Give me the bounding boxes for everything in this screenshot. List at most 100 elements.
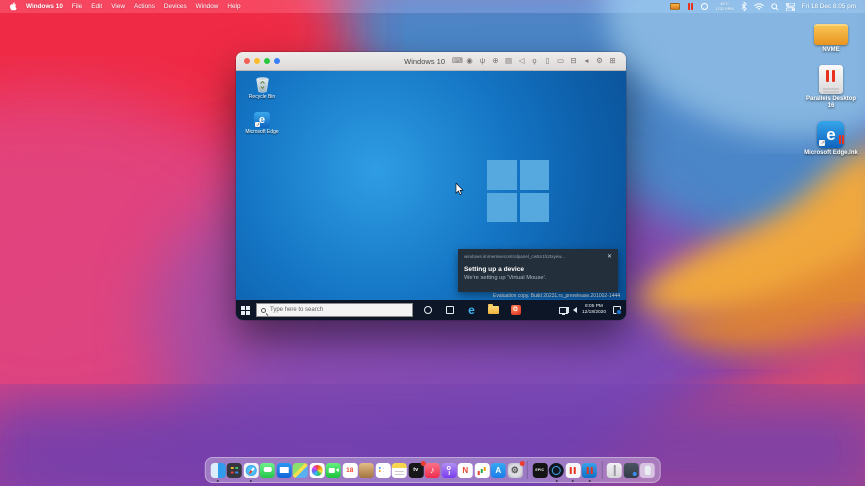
menu-window[interactable]: Window bbox=[196, 3, 219, 10]
menu-devices[interactable]: Devices bbox=[164, 3, 187, 10]
notification-close-icon[interactable]: ✕ bbox=[607, 253, 612, 260]
parallels-desktop-icon[interactable] bbox=[565, 463, 580, 478]
calendar-icon[interactable]: 18 bbox=[342, 463, 357, 478]
system-preferences-icon[interactable]: ⚙ bbox=[507, 463, 522, 478]
desktop-icon-parallels-desktop[interactable]: Parallels Desktop 16 bbox=[805, 65, 857, 110]
coherence-button[interactable] bbox=[274, 58, 280, 64]
safari-icon[interactable] bbox=[243, 463, 258, 478]
taskbar-date: 12/18/2020 bbox=[582, 310, 606, 315]
close-button[interactable] bbox=[244, 58, 250, 64]
podcasts-icon[interactable] bbox=[441, 463, 456, 478]
vm-window: Windows 10 ⌨ ◉ ψ ⊕ ▤ ◁ ϙ ▯ ▭ ⊟ ◂ ⚙ ⊞ bbox=[236, 52, 626, 320]
network-icon[interactable]: ⊕ bbox=[491, 57, 500, 65]
desktop-icon-label: NVME bbox=[822, 47, 839, 54]
music-icon[interactable]: ♪ bbox=[425, 463, 440, 478]
menu-actions[interactable]: Actions bbox=[134, 3, 155, 10]
file-explorer-button[interactable] bbox=[488, 305, 499, 316]
dock-divider bbox=[527, 461, 528, 479]
round-blue-app-icon[interactable] bbox=[549, 463, 564, 478]
wifi-icon[interactable] bbox=[754, 3, 764, 11]
notes-icon[interactable] bbox=[392, 463, 407, 478]
menu-bar-clock[interactable]: Fri 18 Dec 8:05 pm bbox=[802, 3, 856, 10]
windows-desktop[interactable]: Recycle Bin e ↗ Microsoft Edge windows.i… bbox=[236, 71, 626, 320]
windows-icon-label: Recycle Bin bbox=[249, 94, 275, 100]
windows-logo bbox=[487, 160, 549, 222]
view-mode-icon[interactable]: ⊞ bbox=[608, 57, 617, 65]
parallels-icon[interactable] bbox=[687, 3, 694, 10]
vm-window-titlebar[interactable]: Windows 10 ⌨ ◉ ψ ⊕ ▤ ◁ ϙ ▯ ▭ ⊟ ◂ ⚙ ⊞ bbox=[236, 52, 626, 71]
apple-menu-icon[interactable] bbox=[9, 2, 17, 12]
edge-desktop-icon[interactable]: e ↗ Microsoft Edge bbox=[242, 112, 282, 135]
contacts-icon[interactable] bbox=[359, 463, 374, 478]
nvme-drive-icon bbox=[814, 24, 848, 45]
downloads-folder-icon[interactable] bbox=[623, 463, 638, 478]
desktop-icons: NVME Parallels Desktop 16 e ↗ Microsoft … bbox=[803, 24, 859, 157]
recycle-bin-icon[interactable]: Recycle Bin bbox=[249, 76, 275, 100]
windows-desktop-icons: Recycle Bin e ↗ Microsoft Edge bbox=[239, 76, 285, 135]
windows-vm-icon[interactable] bbox=[582, 463, 597, 478]
action-center-icon[interactable] bbox=[613, 306, 621, 314]
spotlight-search-icon[interactable] bbox=[771, 3, 779, 11]
news-icon[interactable]: N bbox=[458, 463, 473, 478]
active-app-name[interactable]: Windows 10 bbox=[26, 3, 63, 10]
stats-circle-icon[interactable] bbox=[701, 3, 708, 10]
reminders-icon[interactable] bbox=[375, 463, 390, 478]
launchpad-icon[interactable] bbox=[227, 463, 242, 478]
taskbar-clock[interactable]: 8:05 PM 12/18/2020 bbox=[582, 304, 606, 315]
zoom-button[interactable] bbox=[264, 58, 270, 64]
menu-view[interactable]: View bbox=[111, 3, 125, 10]
dock: 18 tv ♪ N A ⚙ EPIC bbox=[204, 457, 661, 483]
control-center-icon[interactable] bbox=[786, 3, 795, 11]
desktop-icon-edge-lnk[interactable]: e ↗ Microsoft Edge.lnk bbox=[804, 121, 858, 157]
minimize-button[interactable] bbox=[254, 58, 260, 64]
shutter-icon[interactable]: ◉ bbox=[465, 57, 474, 65]
mail-icon[interactable] bbox=[276, 463, 291, 478]
speaker-tray-icon[interactable] bbox=[573, 307, 577, 313]
menu-edit[interactable]: Edit bbox=[91, 3, 102, 10]
task-view-icon bbox=[446, 306, 454, 314]
vm-window-title: Windows 10 bbox=[404, 57, 445, 66]
calendar-date: 18 bbox=[346, 467, 353, 474]
photos-icon[interactable] bbox=[309, 463, 324, 478]
office-button[interactable]: O bbox=[510, 305, 521, 316]
usb-icon[interactable]: ψ bbox=[478, 57, 487, 65]
phone-icon[interactable]: ▯ bbox=[543, 57, 552, 65]
start-button[interactable] bbox=[236, 300, 254, 320]
keyboard-icon[interactable]: ⌨ bbox=[452, 57, 461, 65]
stocks-icon[interactable] bbox=[474, 463, 489, 478]
display-icon[interactable] bbox=[670, 3, 680, 10]
taskbar-search-input[interactable]: Type here to search bbox=[256, 303, 413, 317]
system-tray: 8:05 PM 12/18/2020 bbox=[559, 304, 626, 315]
cortana-button[interactable] bbox=[422, 305, 433, 316]
apple-tv-icon[interactable]: tv bbox=[408, 463, 423, 478]
taskbar-time: 8:05 PM bbox=[585, 304, 603, 309]
epic-games-icon[interactable]: EPIC bbox=[532, 463, 547, 478]
microphone-icon[interactable]: ϙ bbox=[530, 57, 539, 65]
menu-help[interactable]: Help bbox=[227, 3, 240, 10]
search-placeholder: Type here to search bbox=[270, 307, 323, 313]
temperature-fan-status[interactable]: 49°C 1702 RPM bbox=[715, 2, 733, 11]
dock-divider bbox=[601, 461, 602, 479]
camera-icon[interactable]: ▭ bbox=[556, 57, 565, 65]
performance-icon[interactable]: ▤ bbox=[504, 57, 513, 65]
trash-icon[interactable] bbox=[640, 463, 655, 478]
maps-icon[interactable] bbox=[293, 463, 308, 478]
edge-taskbar-button[interactable]: e bbox=[466, 305, 477, 316]
traffic-lights bbox=[244, 58, 280, 64]
menu-file[interactable]: File bbox=[72, 3, 82, 10]
desktop-icon-nvme[interactable]: NVME bbox=[814, 24, 848, 54]
bluetooth-icon[interactable] bbox=[741, 2, 747, 11]
archive-file-icon[interactable] bbox=[607, 463, 622, 478]
edge-app-icon: e ↗ bbox=[817, 121, 844, 148]
shared-folders-icon[interactable]: ⊟ bbox=[569, 57, 578, 65]
facetime-icon[interactable] bbox=[326, 463, 341, 478]
volume-icon[interactable]: ◂ bbox=[582, 57, 591, 65]
notification-toast[interactable]: windows.immersivecontrolpanel_cw5n1h2txy… bbox=[458, 249, 618, 292]
messages-icon[interactable] bbox=[260, 463, 275, 478]
settings-gear-icon[interactable]: ⚙ bbox=[595, 57, 604, 65]
task-view-button[interactable] bbox=[444, 305, 455, 316]
finder-icon[interactable] bbox=[210, 463, 225, 478]
notification-body: We're setting up 'Virtual Mouse'. bbox=[464, 275, 612, 281]
sound-icon[interactable]: ◁ bbox=[517, 57, 526, 65]
app-store-icon[interactable]: A bbox=[491, 463, 506, 478]
